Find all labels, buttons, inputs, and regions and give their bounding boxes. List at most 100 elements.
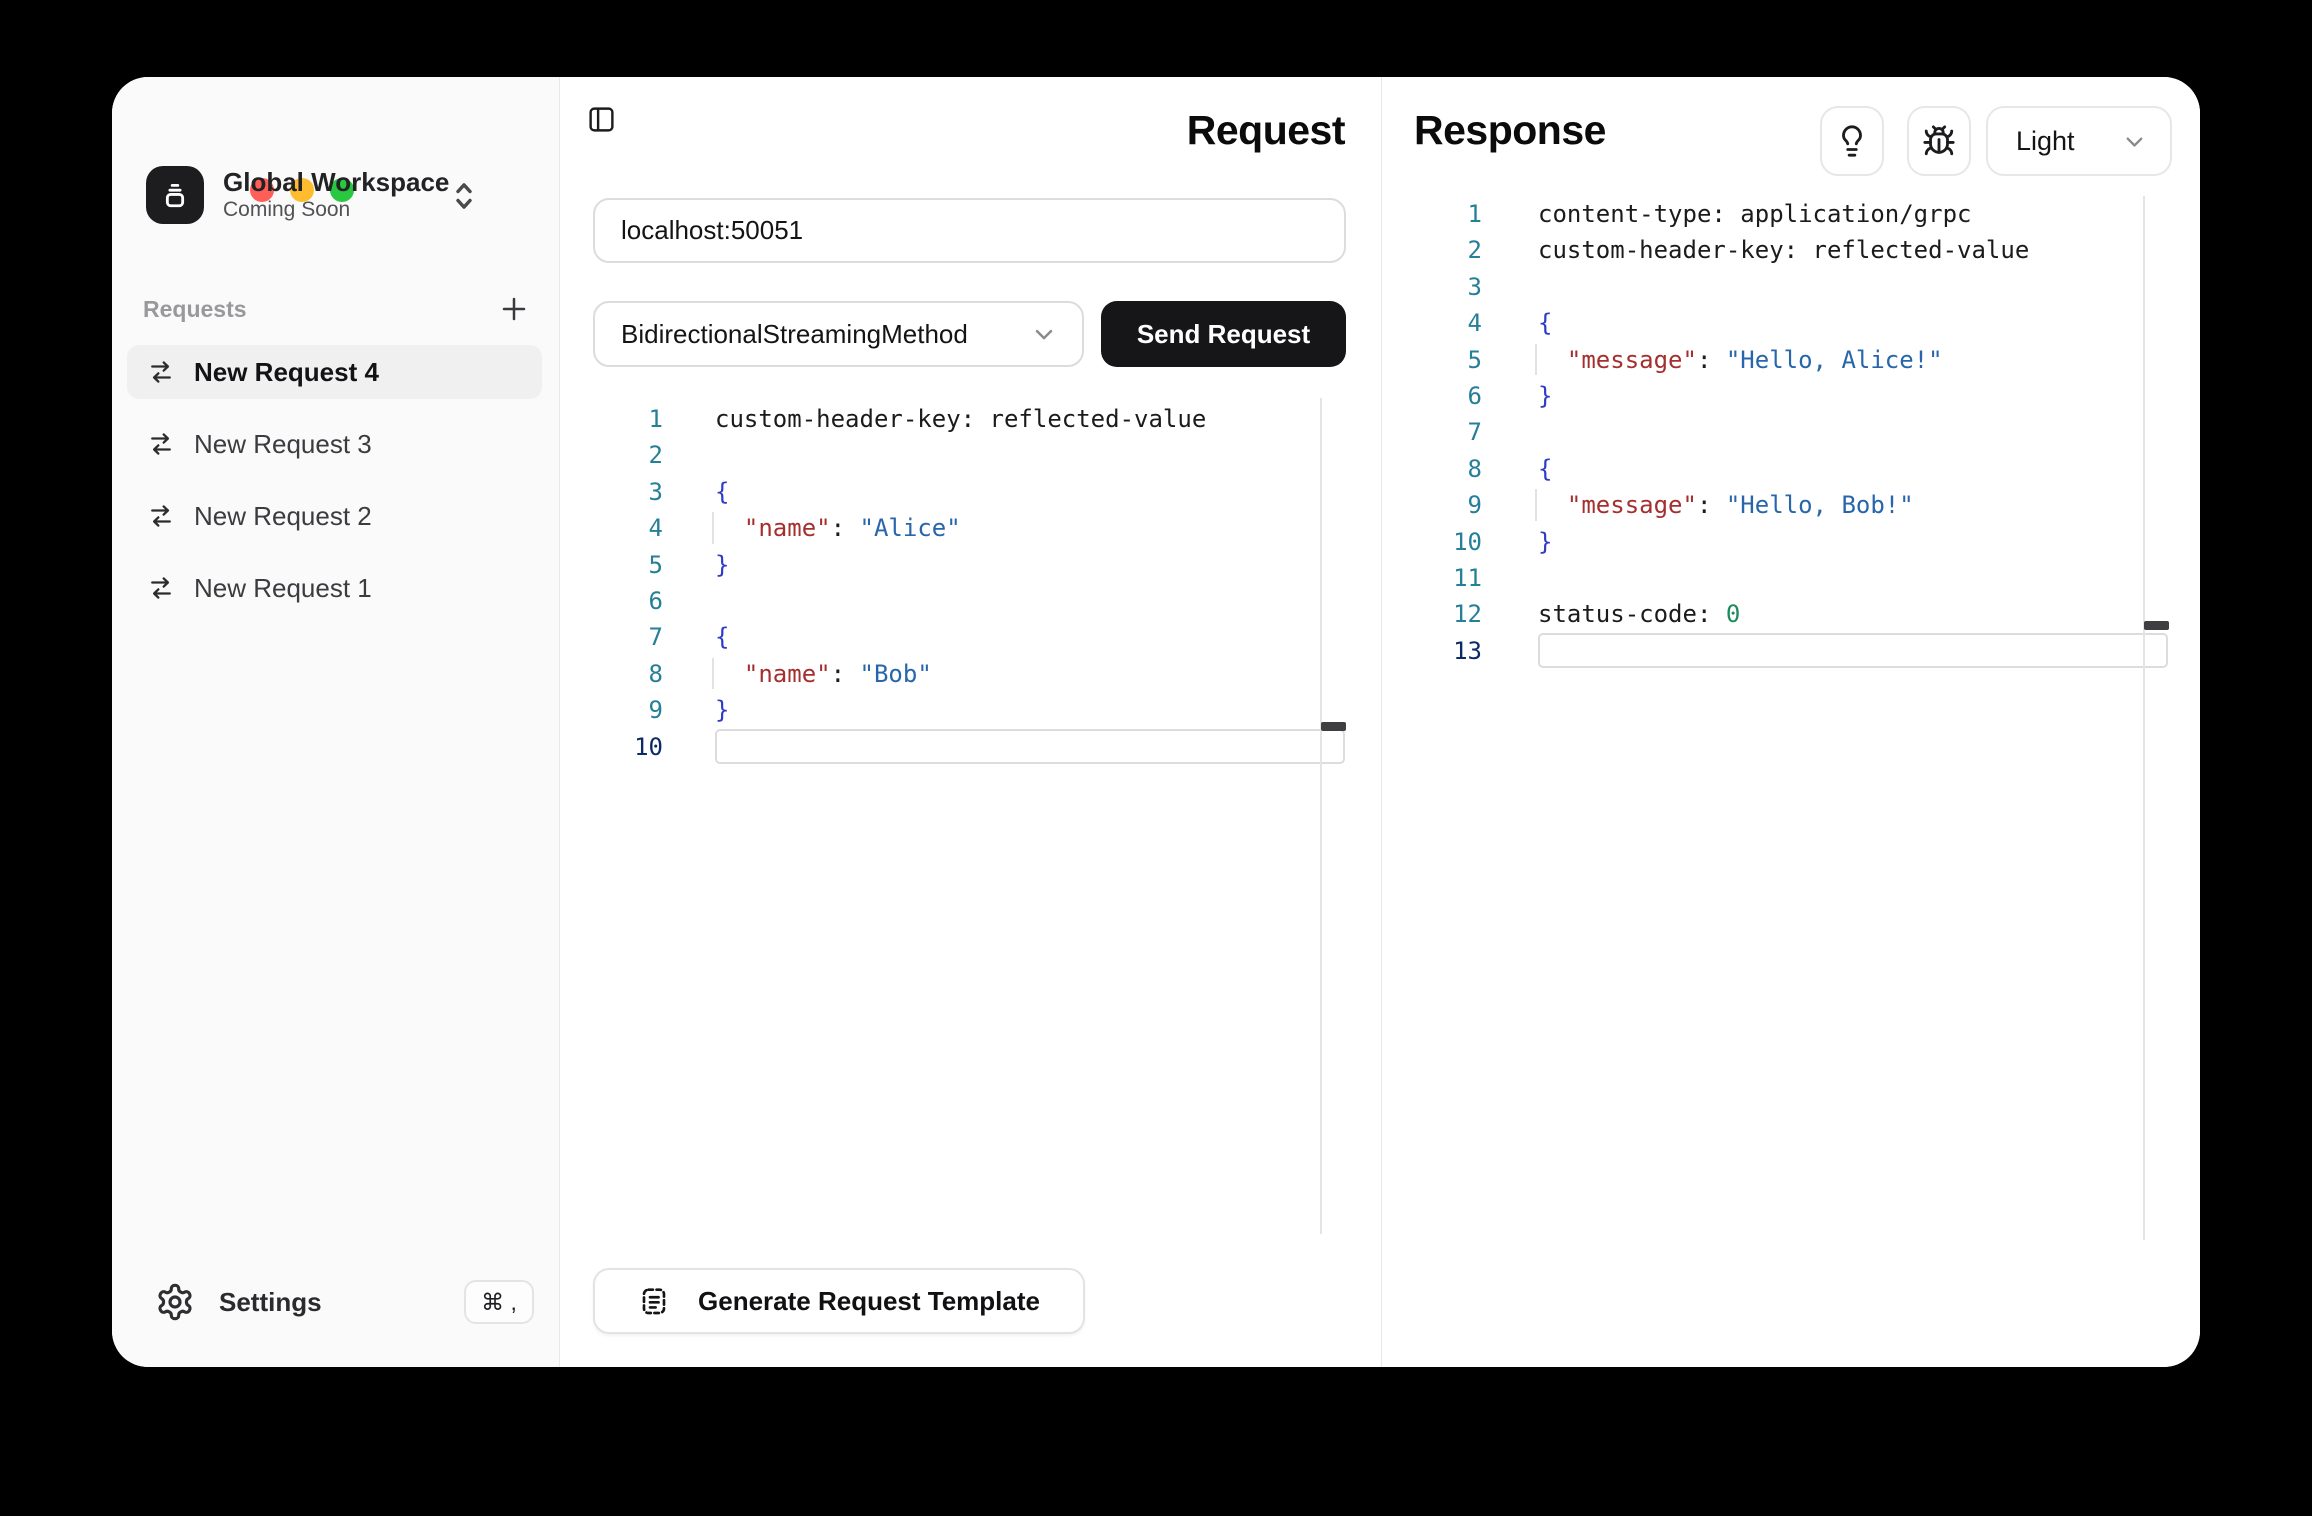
code-line-content — [1538, 414, 2168, 450]
settings-button[interactable]: Settings ⌘ , — [127, 1273, 542, 1331]
editor-line: 10} — [1412, 524, 2168, 560]
request-editor[interactable]: 1custom-header-key: reflected-value23{4 … — [593, 401, 1345, 765]
code-line-content: } — [1538, 524, 2168, 560]
response-panel: Response Light 1content-ty — [1383, 77, 2200, 1367]
sidebar: Global Workspace Coming Soon Requests Ne… — [112, 77, 560, 1367]
workspace-selector[interactable]: Global Workspace Coming Soon — [127, 159, 542, 231]
code-line-content — [715, 437, 1345, 473]
settings-label: Settings — [219, 1287, 322, 1318]
code-line-content: { — [1538, 451, 2168, 487]
line-number: 7 — [1412, 414, 1482, 450]
line-number: 8 — [1412, 451, 1482, 487]
editor-line: 6 — [593, 583, 1345, 619]
code-line-content: "message": "Hello, Alice!" — [1538, 342, 2168, 378]
request-item-label: New Request 4 — [194, 357, 379, 388]
sidebar-item-request[interactable]: New Request 1 — [127, 561, 542, 615]
request-item-label: New Request 3 — [194, 429, 372, 460]
sidebar-toggle-button[interactable] — [587, 101, 623, 137]
response-editor-scrollbar-thumb[interactable] — [2144, 621, 2169, 630]
theme-dropdown-value: Light — [2016, 126, 2075, 157]
method-dropdown-value: BidirectionalStreamingMethod — [621, 319, 968, 350]
request-editor-scrollbar-track — [1320, 398, 1322, 1234]
code-line-content: { — [715, 619, 1345, 655]
line-number: 1 — [593, 401, 663, 437]
editor-line: 1 custom-header-key: reflected-value — [593, 401, 1345, 437]
code-line-content: content-type: application/grpc — [1538, 196, 2168, 232]
request-list: New Request 4 New Request 3 New Request 2 N… — [127, 345, 542, 633]
editor-line: 2 — [593, 437, 1345, 473]
generate-template-button[interactable]: Generate Request Template — [593, 1268, 1085, 1334]
editor-line: 5} — [593, 547, 1345, 583]
response-panel-title: Response — [1414, 107, 1606, 154]
gear-icon — [155, 1282, 195, 1322]
code-line-content — [715, 583, 1345, 619]
line-number: 7 — [593, 619, 663, 655]
indent-guide — [1535, 489, 1537, 520]
add-request-button[interactable] — [497, 292, 531, 326]
code-line-content — [1538, 269, 2168, 305]
plus-icon — [499, 294, 529, 324]
indent-guide — [1535, 344, 1537, 375]
editor-line: 9} — [593, 692, 1345, 728]
sidebar-item-request[interactable]: New Request 2 — [127, 489, 542, 543]
editor-active-line: 13 — [1412, 633, 2168, 669]
sidebar-item-request[interactable]: New Request 3 — [127, 417, 542, 471]
code-line-content: "message": "Hello, Bob!" — [1538, 487, 2168, 523]
line-number: 4 — [1412, 305, 1482, 341]
workspace-name: Global Workspace — [223, 167, 449, 197]
code-line-content: } — [715, 692, 1345, 728]
code-line-content — [1538, 560, 2168, 596]
editor-line: 12status-code: 0 — [1412, 596, 2168, 632]
code-line-content: } — [715, 547, 1345, 583]
code-line-content: { — [1538, 305, 2168, 341]
swap-arrows-icon — [147, 502, 175, 530]
line-number: 9 — [593, 692, 663, 728]
editor-line: 3 — [1412, 269, 2168, 305]
method-dropdown[interactable]: BidirectionalStreamingMethod — [593, 301, 1084, 367]
editor-line: 11 — [1412, 560, 2168, 596]
lightbulb-icon — [1835, 124, 1869, 158]
indent-guide — [712, 658, 714, 689]
line-number: 9 — [1412, 487, 1482, 523]
line-number: 1 — [1412, 196, 1482, 232]
requests-section-label: Requests — [143, 296, 247, 323]
workspace-icon — [146, 166, 204, 224]
line-number: 12 — [1412, 596, 1482, 632]
editor-line: 4{ — [1412, 305, 2168, 341]
code-line-content: custom-header-key: reflected-value — [715, 401, 1345, 437]
chevron-up-down-icon — [446, 176, 482, 216]
code-line-content: { — [715, 474, 1345, 510]
swap-arrows-icon — [147, 574, 175, 602]
editor-line: 3{ — [593, 474, 1345, 510]
request-panel-title: Request — [1187, 107, 1345, 154]
server-url-input[interactable] — [593, 198, 1346, 263]
request-item-label: New Request 1 — [194, 573, 372, 604]
response-editor[interactable]: 1 content-type: application/grpc2custom-h… — [1412, 196, 2168, 669]
send-request-button[interactable]: Send Request — [1101, 301, 1346, 367]
line-number: 3 — [593, 474, 663, 510]
code-line-content: } — [1538, 378, 2168, 414]
settings-shortcut-badge: ⌘ , — [464, 1280, 534, 1324]
panel-left-icon — [587, 105, 616, 134]
editor-line: 8 "name": "Bob" — [593, 656, 1345, 692]
swap-arrows-icon — [147, 358, 175, 386]
chevron-down-icon — [1030, 320, 1058, 348]
editor-line: 7{ — [593, 619, 1345, 655]
line-number: 10 — [1412, 524, 1482, 560]
indent-guide — [712, 512, 714, 543]
generate-template-label: Generate Request Template — [698, 1286, 1040, 1317]
editor-line: 8{ — [1412, 451, 2168, 487]
editor-line: 2custom-header-key: reflected-value — [1412, 232, 2168, 268]
request-editor-scrollbar-thumb[interactable] — [1321, 722, 1346, 731]
debug-button[interactable] — [1907, 106, 1971, 176]
code-line-content — [1538, 633, 2168, 668]
editor-line: 5 "message": "Hello, Alice!" — [1412, 342, 2168, 378]
theme-dropdown[interactable]: Light — [1986, 106, 2172, 176]
line-number: 13 — [1412, 633, 1482, 669]
line-number: 11 — [1412, 560, 1482, 596]
hint-button[interactable] — [1820, 106, 1884, 176]
app-window: Global Workspace Coming Soon Requests Ne… — [112, 77, 2200, 1367]
workspace-subtitle: Coming Soon — [223, 197, 449, 223]
template-icon — [638, 1285, 670, 1317]
sidebar-item-request[interactable]: New Request 4 — [127, 345, 542, 399]
